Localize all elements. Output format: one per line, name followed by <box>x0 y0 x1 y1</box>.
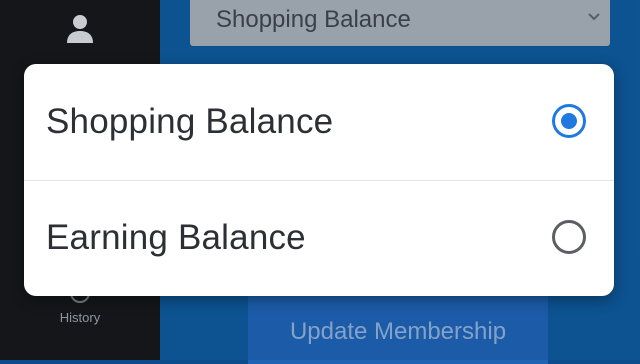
balance-choice-dialog: Shopping Balance Earning Balance <box>24 64 614 296</box>
radio-selected[interactable] <box>552 104 586 138</box>
option-shopping-balance[interactable]: Shopping Balance <box>24 64 614 180</box>
radio-unselected[interactable] <box>552 220 586 254</box>
option-label: Shopping Balance <box>46 102 334 141</box>
radio-dot <box>561 113 577 129</box>
option-earning-balance[interactable]: Earning Balance <box>24 180 614 296</box>
option-label: Earning Balance <box>46 218 306 257</box>
